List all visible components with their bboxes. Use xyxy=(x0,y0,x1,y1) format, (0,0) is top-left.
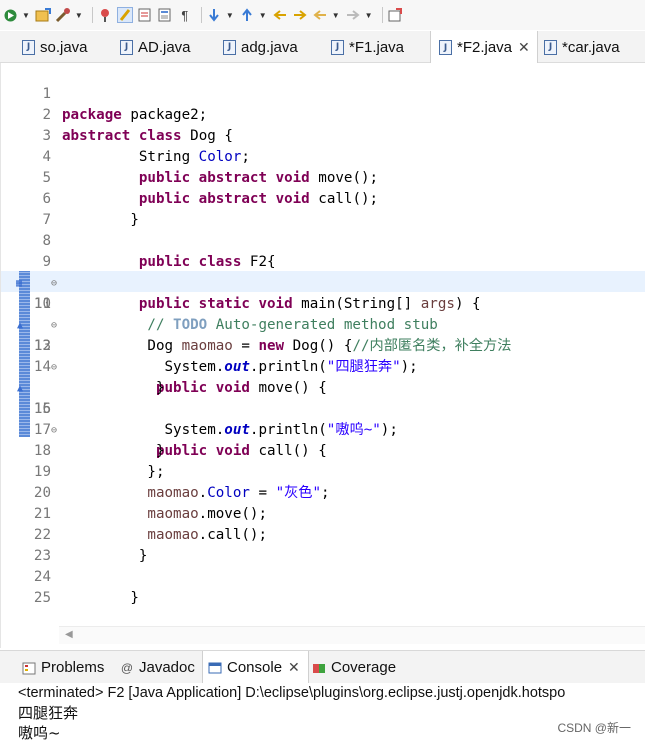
console-icon xyxy=(208,661,222,675)
annotation-prev-icon[interactable] xyxy=(239,7,255,23)
bottom-panel-tabs: Problems @ Javadoc Console ✕ Coverage xyxy=(0,650,645,684)
at-icon: @ xyxy=(120,660,134,675)
tab-coverage[interactable]: Coverage xyxy=(312,651,396,684)
console-output-line: 嗷呜~ xyxy=(18,724,61,742)
toolbar-separator xyxy=(91,7,93,23)
code-editor[interactable]: 1 package package2; 2 abstract class Dog… xyxy=(0,63,645,648)
annotation-next-dropdown-icon[interactable]: ▼ xyxy=(226,11,234,20)
annotation-prev-dropdown-icon[interactable]: ▼ xyxy=(259,11,267,20)
tools-icon[interactable] xyxy=(55,7,71,23)
tab-adg-java[interactable]: J adg.java xyxy=(223,31,298,63)
java-file-icon: J xyxy=(331,39,344,55)
tab-javadoc[interactable]: @ Javadoc xyxy=(120,651,195,684)
code-line: 13 System.out.println("四腿狂奔"); xyxy=(1,315,645,375)
code-line: 19 maomao.Color = "灰色"; xyxy=(1,441,645,501)
code-line: 2 abstract class Dog { xyxy=(1,84,645,144)
code-line: 11 ⊖ Dog maomao = new Dog() {//内部匿名类，补全方… xyxy=(1,273,645,354)
code-line: 14 } xyxy=(1,336,645,396)
java-file-icon: J xyxy=(544,39,557,55)
code-text: } xyxy=(62,590,139,606)
tab-so-java[interactable]: J so.java xyxy=(22,31,88,63)
forward-dropdown-icon[interactable]: ▼ xyxy=(365,11,373,20)
code-line: 7 xyxy=(1,189,645,228)
toolbar-separator xyxy=(200,7,202,23)
main-toolbar: ▼ ▼ ¶ ▼ ▼ ▼ ▼ xyxy=(0,0,645,30)
code-line: 6 } xyxy=(1,168,645,228)
code-line: 18 }; xyxy=(1,420,645,480)
tab-label: Coverage xyxy=(331,659,397,676)
tab-console[interactable]: Console ✕ xyxy=(202,651,309,684)
scroll-left-icon[interactable]: ◀ xyxy=(65,629,73,640)
tab-label: Console xyxy=(227,659,283,676)
line-number: 25 xyxy=(33,590,51,606)
tab-f2-java[interactable]: J *F2.java ✕ xyxy=(430,31,538,64)
code-line: 3 String Color; xyxy=(1,105,645,165)
tab-label: Problems xyxy=(41,659,105,676)
nav-back-icon[interactable] xyxy=(272,7,288,23)
task-icon[interactable] xyxy=(137,7,153,23)
watermark: CSDN @新一 xyxy=(557,721,631,735)
code-line: 23 xyxy=(1,525,645,564)
tab-ad-java[interactable]: J AD.java xyxy=(120,31,191,63)
java-file-icon: J xyxy=(223,39,236,55)
tab-label: AD.java xyxy=(138,38,191,56)
search-icon[interactable] xyxy=(97,7,113,23)
coverage-icon xyxy=(312,661,326,675)
tools-dropdown-icon[interactable]: ▼ xyxy=(75,11,83,20)
code-line: ▦ 10 // TODO Auto-generated method stub xyxy=(1,252,645,333)
problems-icon xyxy=(22,661,36,675)
code-line: 4 public abstract void move(); xyxy=(1,126,645,186)
java-file-icon: J xyxy=(22,39,35,55)
tab-label: *F1.java xyxy=(349,38,405,56)
java-file-icon: J xyxy=(439,40,452,55)
close-icon[interactable]: ✕ xyxy=(518,39,530,56)
new-project-icon[interactable] xyxy=(35,7,51,23)
tab-label: *F2.java xyxy=(457,39,513,56)
code-line: 25 xyxy=(1,567,645,606)
code-line: 8 public class F2{ xyxy=(1,210,645,270)
code-line: 21 maomao.call(); xyxy=(1,483,645,543)
tab-f1-java[interactable]: J *F1.java xyxy=(331,31,404,63)
pilcrow-icon[interactable]: ¶ xyxy=(177,7,193,23)
tab-label: *car.java xyxy=(562,38,620,56)
layout-icon[interactable] xyxy=(157,7,173,23)
code-line: ▲ 12 ⊖ public void move() { xyxy=(1,294,645,396)
highlight-icon[interactable] xyxy=(116,7,133,23)
code-line: ▲ 15 ⊖ public void call() { xyxy=(1,357,645,459)
tab-label: adg.java xyxy=(241,38,298,56)
console-output-line: 四腿狂奔 xyxy=(18,704,79,722)
close-icon[interactable]: ✕ xyxy=(288,659,300,676)
java-file-icon: J xyxy=(120,39,133,55)
annotation-next-icon[interactable] xyxy=(206,7,222,23)
code-line: 16 System.out.println("嗷呜~"); xyxy=(1,378,645,438)
code-line: 5 public abstract void call(); xyxy=(1,147,645,207)
code-line: 1 package package2; xyxy=(1,63,645,123)
horizontal-scrollbar[interactable]: ◀ xyxy=(59,626,645,644)
nav-forward-icon[interactable] xyxy=(292,7,308,23)
pin-editor-icon[interactable] xyxy=(387,7,403,23)
tab-label: so.java xyxy=(40,38,88,56)
code-line: 9 ⊖ public static void main(String[] arg… xyxy=(1,231,645,312)
tab-label: Javadoc xyxy=(139,659,195,676)
debug-dropdown-icon[interactable]: ▼ xyxy=(22,11,30,20)
forward-icon[interactable] xyxy=(345,7,361,23)
code-line: 24 } xyxy=(1,546,645,606)
console-status: <terminated> F2 [Java Application] D:\ec… xyxy=(0,683,645,703)
toolbar-separator xyxy=(381,7,383,23)
back-dropdown-icon[interactable]: ▼ xyxy=(332,11,340,20)
debug-run-icon[interactable] xyxy=(2,7,18,23)
editor-tab-bar: J so.java J AD.java J adg.java J *F1.jav… xyxy=(0,31,645,64)
tab-problems[interactable]: Problems xyxy=(22,651,104,684)
code-line: 17 } xyxy=(1,399,645,459)
code-line: 22 } xyxy=(1,504,645,564)
tab-car-java[interactable]: J *car.java xyxy=(544,31,620,63)
code-line: 20 maomao.move(); xyxy=(1,462,645,522)
back-icon[interactable] xyxy=(312,7,328,23)
